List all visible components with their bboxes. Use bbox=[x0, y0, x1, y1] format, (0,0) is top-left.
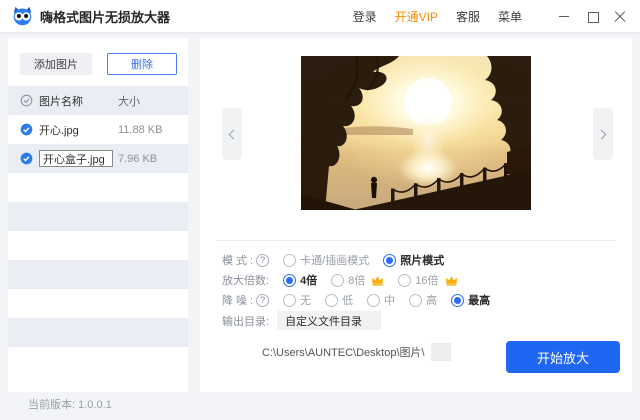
name-column-header: 图片名称 bbox=[39, 95, 83, 108]
scale-option-label: 16倍 bbox=[415, 275, 439, 287]
scale-option-16x[interactable]: 16倍 bbox=[398, 272, 457, 288]
file-name: 开心.jpg bbox=[39, 124, 79, 137]
add-image-button[interactable]: 添加图片 bbox=[20, 53, 92, 75]
size-column-header: 大小 bbox=[118, 95, 140, 108]
file-rows: 开心.jpg 11.88 KB 7.96 KB bbox=[8, 115, 188, 347]
mode-label: 模 式 : bbox=[222, 255, 254, 267]
denoise-option-highest[interactable]: 最高 bbox=[451, 292, 490, 308]
file-row[interactable]: 开心.jpg 11.88 KB bbox=[8, 115, 188, 144]
scale-option-8x[interactable]: 8倍 bbox=[331, 272, 384, 288]
denoise-option-medium[interactable]: 中 bbox=[367, 292, 395, 308]
scale-setting-row: 放大倍数: 4倍 8倍 16倍 bbox=[222, 272, 458, 288]
start-enlarge-button[interactable]: 开始放大 bbox=[506, 341, 620, 373]
output-path-text: C:\Users\AUNTEC\Desktop\图片\ bbox=[262, 347, 425, 359]
empty-row bbox=[8, 202, 188, 231]
maximize-button[interactable] bbox=[586, 10, 599, 23]
radio-icon[interactable] bbox=[283, 253, 297, 267]
output-path-row: C:\Users\AUNTEC\Desktop\图片\ bbox=[262, 343, 451, 361]
denoise-label: 降 噪 : bbox=[222, 295, 254, 307]
title-bar: 嗨格式图片无损放大器 登录 开通VIP 客服 菜单 bbox=[0, 0, 640, 32]
mode-option-label: 照片模式 bbox=[400, 255, 445, 267]
empty-row bbox=[8, 318, 188, 347]
file-name-edit-input[interactable] bbox=[39, 150, 113, 167]
delete-button[interactable]: 删除 bbox=[107, 53, 177, 75]
chevron-left-icon bbox=[228, 129, 239, 139]
radio-icon[interactable] bbox=[409, 293, 423, 307]
minimize-button[interactable] bbox=[558, 10, 570, 22]
previous-image-button[interactable] bbox=[222, 108, 242, 160]
sunset-photo bbox=[301, 56, 531, 210]
window-controls bbox=[558, 10, 628, 23]
browse-folder-button[interactable] bbox=[430, 343, 451, 361]
radio-icon[interactable] bbox=[398, 273, 412, 287]
sidebar-actions: 添加图片 删除 bbox=[8, 38, 188, 75]
login-link[interactable]: 登录 bbox=[353, 8, 377, 25]
denoise-help-icon[interactable]: ? bbox=[256, 293, 270, 307]
empty-row bbox=[8, 173, 188, 202]
select-all-check-icon[interactable] bbox=[20, 94, 33, 107]
scale-option-label: 8倍 bbox=[348, 275, 366, 287]
section-divider bbox=[216, 240, 616, 241]
file-size: 7.96 KB bbox=[118, 152, 158, 165]
version-text: 当前版本: 1.0.0.1 bbox=[28, 399, 112, 411]
scale-label: 放大倍数: bbox=[222, 275, 270, 287]
mode-option-photo[interactable]: 照片模式 bbox=[383, 252, 444, 268]
file-list-sidebar: 添加图片 删除 图片名称 大小 开心.jpg 11.88 KB 开心盒子.jpg… bbox=[8, 38, 188, 392]
empty-row bbox=[8, 231, 188, 260]
output-dir-row: 输出目录: 自定义文件目录 bbox=[222, 311, 382, 330]
radio-icon[interactable] bbox=[283, 273, 297, 287]
vip-crown-icon bbox=[371, 275, 384, 286]
mode-help-icon[interactable]: ? bbox=[256, 253, 270, 267]
denoise-option-high[interactable]: 高 bbox=[409, 292, 437, 308]
radio-icon[interactable] bbox=[283, 293, 297, 307]
titlebar-nav: 登录 开通VIP 客服 菜单 bbox=[353, 8, 628, 25]
checked-icon[interactable] bbox=[20, 123, 33, 136]
image-preview bbox=[301, 56, 531, 210]
scale-option-label: 4倍 bbox=[300, 275, 318, 287]
vip-link[interactable]: 开通VIP bbox=[395, 8, 438, 25]
radio-icon[interactable] bbox=[325, 293, 339, 307]
support-link[interactable]: 客服 bbox=[456, 8, 480, 25]
empty-row bbox=[8, 289, 188, 318]
denoise-option-label: 最高 bbox=[468, 295, 491, 307]
app-window: 嗨格式图片无损放大器 登录 开通VIP 客服 菜单 添加图片 删除 图片名称 大… bbox=[0, 0, 640, 420]
file-row[interactable]: 7.96 KB bbox=[8, 144, 188, 173]
chevron-right-icon bbox=[596, 129, 607, 139]
radio-icon[interactable] bbox=[367, 293, 381, 307]
mode-setting-row: 模 式 : ? 卡通/插画模式 照片模式 bbox=[222, 252, 444, 268]
radio-icon[interactable] bbox=[451, 293, 465, 307]
mode-option-cartoon[interactable]: 卡通/插画模式 bbox=[283, 252, 369, 268]
denoise-option-label: 高 bbox=[426, 295, 438, 307]
denoise-option-label: 低 bbox=[342, 295, 354, 307]
output-dir-label: 输出目录: bbox=[222, 315, 270, 328]
mode-option-label: 卡通/插画模式 bbox=[300, 255, 370, 267]
checked-icon[interactable] bbox=[20, 152, 33, 165]
file-list: 图片名称 大小 开心.jpg 11.88 KB 开心盒子.jpg 7.96 KB bbox=[8, 86, 188, 347]
file-list-header: 图片名称 大小 bbox=[8, 86, 188, 115]
radio-icon[interactable] bbox=[383, 253, 397, 267]
radio-icon[interactable] bbox=[331, 273, 345, 287]
main-panel: 模 式 : ? 卡通/插画模式 照片模式 放大倍数: 4倍 8倍 16倍 降 噪… bbox=[200, 38, 632, 392]
denoise-option-low[interactable]: 低 bbox=[325, 292, 353, 308]
denoise-option-label: 无 bbox=[300, 295, 312, 307]
denoise-option-label: 中 bbox=[384, 295, 396, 307]
output-dir-select[interactable]: 自定义文件目录 bbox=[277, 311, 382, 330]
scale-option-4x[interactable]: 4倍 bbox=[283, 272, 317, 288]
owl-logo-icon bbox=[13, 6, 32, 26]
file-size: 11.88 KB bbox=[118, 123, 163, 136]
close-button[interactable] bbox=[614, 10, 626, 22]
empty-row bbox=[8, 260, 188, 289]
denoise-setting-row: 降 噪 : ? 无 低 中 高 最高 bbox=[222, 292, 490, 308]
vip-crown-icon bbox=[445, 275, 458, 286]
denoise-option-none[interactable]: 无 bbox=[283, 292, 311, 308]
app-title: 嗨格式图片无损放大器 bbox=[40, 9, 171, 25]
next-image-button[interactable] bbox=[593, 108, 613, 160]
menu-link[interactable]: 菜单 bbox=[498, 8, 522, 25]
